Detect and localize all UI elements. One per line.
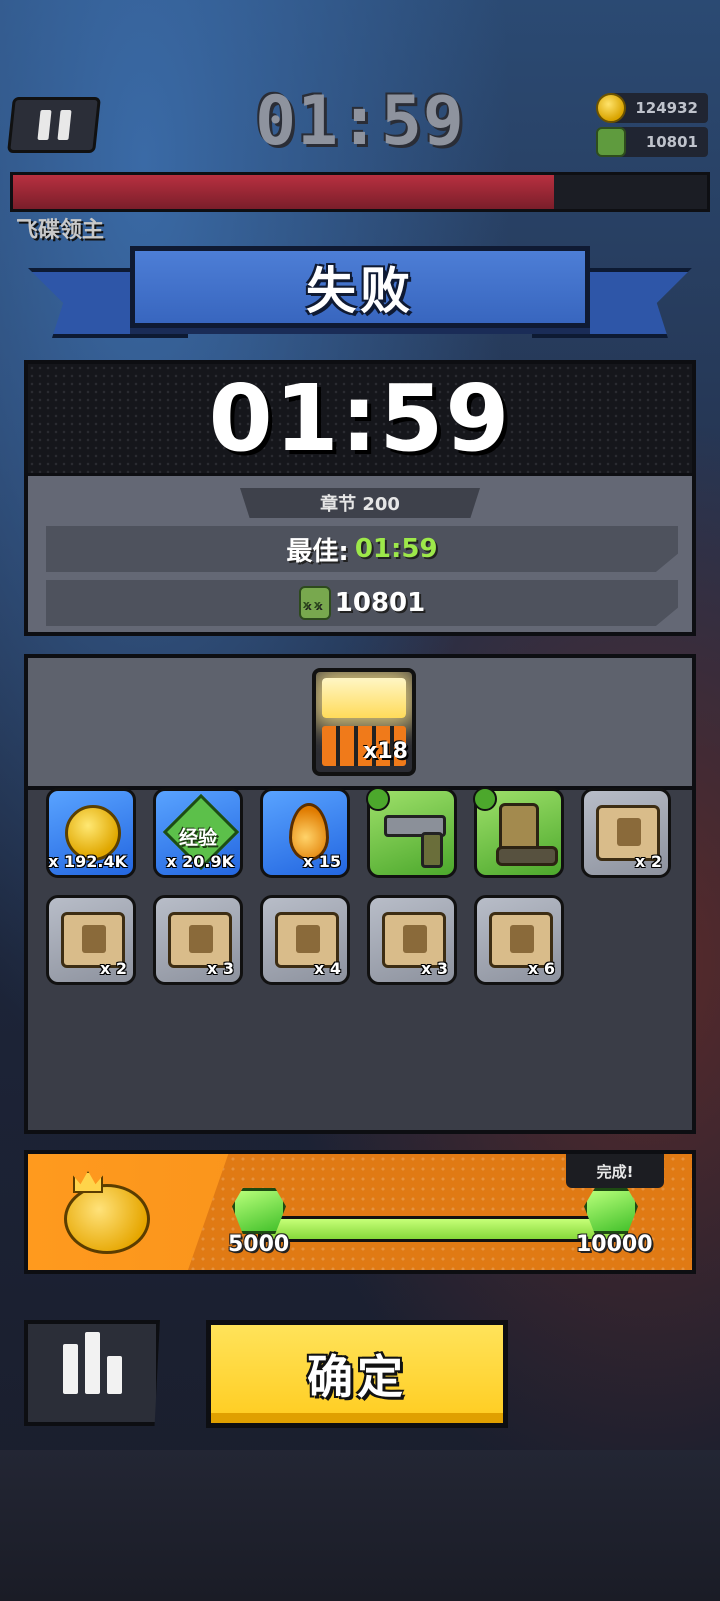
fail-banner: 失败: [130, 246, 590, 328]
chest-area: x18: [28, 658, 692, 790]
piggy-bank-panel[interactable]: 完成! 5000 10000: [24, 1150, 696, 1274]
best-time-row: 最佳: 01:59: [46, 526, 678, 572]
piggy-progress-fill: [261, 1219, 625, 1239]
survival-time: 01:59: [208, 365, 512, 472]
reward-item-coin[interactable]: x 192.4K: [46, 788, 136, 878]
best-label: 最佳:: [286, 536, 349, 567]
chest-qty: x18: [363, 739, 408, 764]
item-qty: x 6: [527, 959, 555, 978]
survival-time-box: 01:59: [28, 364, 692, 476]
item-qty: x 20.9K: [166, 852, 234, 871]
item-qty: x 192.4K: [48, 852, 127, 871]
boss-name: 飞碟领主: [16, 218, 105, 243]
confirm-button[interactable]: 确定: [206, 1320, 508, 1428]
zombie-head-icon: [298, 586, 331, 620]
reward-item-exp[interactable]: 经验 x 20.9K: [153, 788, 243, 878]
kill-counter: 10801: [596, 127, 708, 157]
chapter-tag: 章节 200: [240, 488, 480, 518]
revolver-icon: [384, 815, 446, 868]
kill-value: 10801: [645, 133, 698, 151]
piggy-min-value: 5000: [228, 1232, 290, 1257]
piggy-progress-track: [258, 1216, 628, 1242]
gold-value: 124932: [635, 99, 698, 117]
bar-chart-icon: [106, 1356, 122, 1394]
reward-item-scroll-glove[interactable]: x 3: [367, 895, 457, 985]
zombie-head-icon: [596, 127, 626, 157]
kills-row: 10801: [46, 580, 678, 626]
boss-health-fill: [13, 175, 555, 209]
reward-item-scroll-boot[interactable]: x 6: [474, 895, 564, 985]
gem-pile-icon: [232, 1188, 286, 1234]
piggy-bank-icon: [64, 1184, 150, 1254]
reward-item-scroll-gun[interactable]: x 2: [581, 788, 671, 878]
gold-coin-icon: [596, 93, 626, 123]
item-qty: x 3: [420, 959, 448, 978]
bar-chart-icon: [62, 1344, 78, 1394]
armor-badge-icon: [473, 787, 497, 811]
boot-icon: [496, 803, 558, 866]
item-qty: x 15: [302, 852, 341, 871]
exp-label: 经验: [178, 827, 217, 849]
boss-health-bar: [10, 172, 710, 212]
item-qty: x 4: [313, 959, 341, 978]
result-panel: 01:59 章节 200 最佳: 01:59 10801: [24, 360, 696, 636]
weapon-badge-icon: [366, 787, 390, 811]
piggy-done-tag: 完成!: [566, 1154, 664, 1188]
reward-item-scroll-necklace[interactable]: x 3: [153, 895, 243, 985]
reward-item-scroll-armor[interactable]: x 2: [46, 895, 136, 985]
confirm-label: 确定: [307, 1350, 407, 1404]
reward-item-scroll-belt[interactable]: x 4: [260, 895, 350, 985]
fail-title: 失败: [306, 262, 414, 320]
reward-panel: x18 x 192.4K 经验 x 20.9K x 15 x 2 x 2 x 3: [24, 654, 696, 1134]
chest-glow-icon: [322, 678, 406, 718]
reward-item-boot[interactable]: [473, 787, 564, 878]
gold-counter: 124932: [596, 93, 708, 123]
background-floor: [0, 1450, 720, 1601]
item-qty: x 2: [99, 959, 127, 978]
reward-item-drop[interactable]: x 15: [260, 788, 350, 878]
bar-chart-icon: [84, 1332, 100, 1394]
stats-button[interactable]: [24, 1320, 160, 1426]
kills-value: 10801: [334, 588, 426, 618]
reward-item-revolver[interactable]: [366, 787, 457, 878]
best-value: 01:59: [354, 534, 438, 564]
treasure-chest[interactable]: x18: [312, 668, 416, 776]
item-qty: x 3: [206, 959, 234, 978]
item-qty: x 2: [634, 852, 662, 871]
piggy-max-value: 10000: [576, 1232, 653, 1257]
